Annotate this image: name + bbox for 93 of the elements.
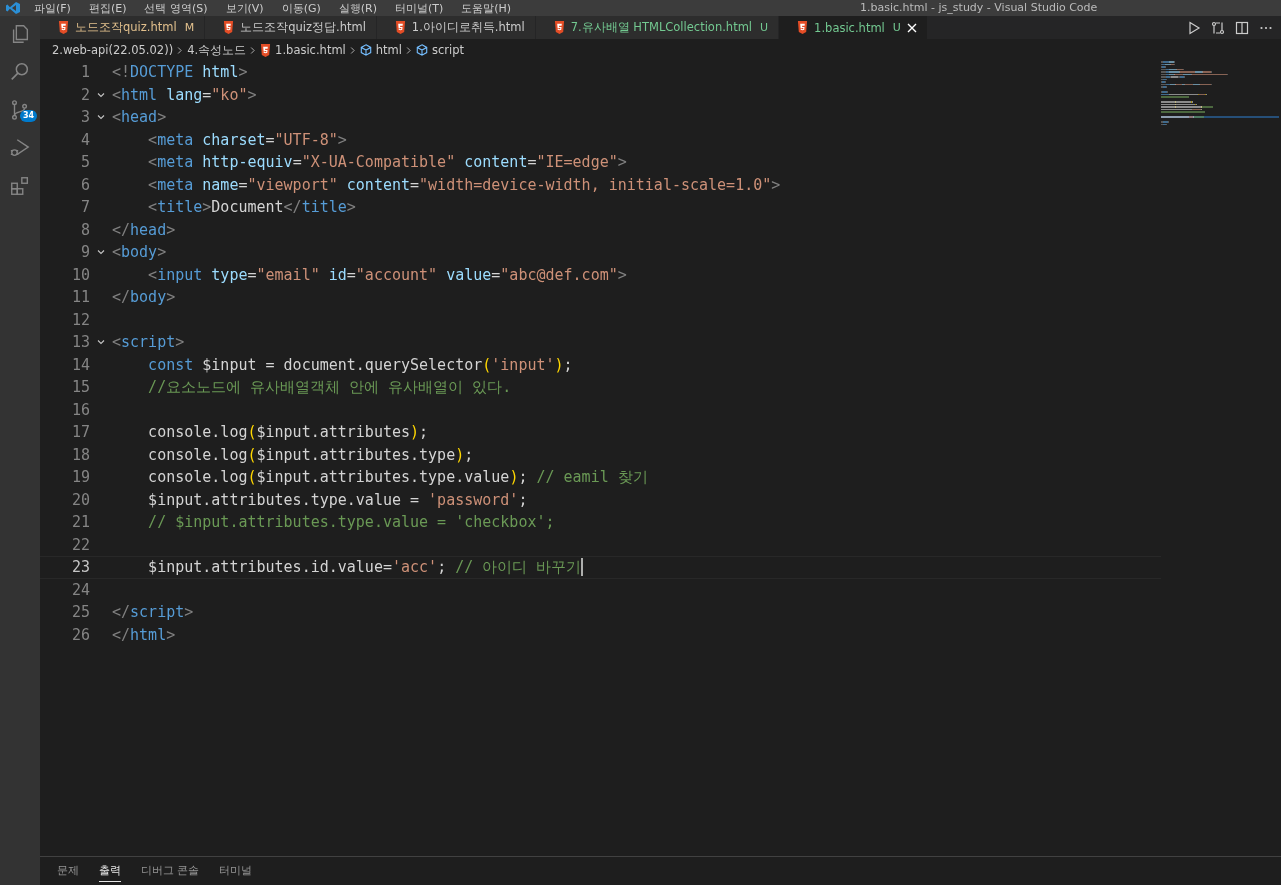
- window-title: 1.basic.html - js_study - Visual Studio Code: [860, 1, 1098, 14]
- app-logo-icon: [6, 2, 20, 14]
- menu-item[interactable]: 파일(F): [34, 0, 71, 16]
- html-file-icon: [223, 21, 235, 34]
- line-number: 19: [70, 468, 90, 487]
- line-number: 13: [70, 333, 90, 352]
- code-line: //요소노드에 유사배열객체 안에 유사배열이 있다.: [147, 377, 512, 397]
- panel-tab[interactable]: 디버그 콘솔: [141, 860, 200, 882]
- chevron-icon: [406, 45, 412, 55]
- breadcrumb-item[interactable]: 2.web-api(22.05.02)): [52, 43, 174, 57]
- code-line: <meta http-equiv="X-UA-Compatible" content="IE=edge">: [147, 153, 627, 172]
- breadcrumb-item[interactable]: script: [416, 43, 465, 57]
- close-icon[interactable]: [906, 22, 917, 33]
- code-line: <!DOCTYPE html>: [112, 63, 248, 82]
- menu-item[interactable]: 편집(E): [88, 0, 127, 16]
- html-file-icon: [58, 21, 69, 34]
- line-number: 20: [70, 490, 90, 509]
- menu-item[interactable]: 이동(G): [281, 0, 321, 16]
- code-line: const $input = document.querySelector('input');: [147, 355, 573, 374]
- line-number: 9: [79, 243, 90, 262]
- code-line: </script>: [112, 603, 194, 622]
- line-number: 18: [70, 445, 90, 464]
- html-file-icon: [394, 21, 406, 34]
- search-icon[interactable]: [9, 61, 31, 83]
- cube-icon: [416, 44, 428, 56]
- code-line: <meta charset="UTF-8">: [147, 130, 347, 149]
- run-debug-icon[interactable]: [9, 137, 31, 159]
- line-number: 2: [79, 85, 90, 104]
- html-file-icon: [797, 21, 809, 34]
- code-line: $input.attributes.id.value='acc'; // 아이디 바꾸기: [147, 557, 582, 577]
- line-number: 3: [79, 108, 90, 127]
- line-number: 21: [70, 513, 90, 532]
- menu-item[interactable]: 보기(V): [225, 0, 264, 16]
- code-line: <input type="email" id="account" value="abc@def.com">: [147, 265, 627, 284]
- editor-tab[interactable]: 1.아이디로취득.html: [376, 16, 536, 39]
- line-number: 16: [70, 400, 90, 419]
- editor-tab[interactable]: 노드조작quiz.html M: [40, 16, 206, 39]
- line-number: 23: [70, 558, 90, 577]
- chevron-icon: [250, 45, 257, 55]
- extensions-icon[interactable]: [9, 175, 31, 197]
- code-line: <meta name="viewport" content="width=device-width, initial-scale=1.0">: [147, 175, 781, 194]
- compare-changes-icon[interactable]: [1211, 20, 1225, 35]
- code-line: <script>: [112, 333, 185, 352]
- code-line: </body>: [112, 288, 176, 307]
- chevron-icon: [177, 45, 184, 55]
- code-line: <head>: [112, 108, 167, 127]
- code-line: console.log($input.attributes.type);: [147, 445, 474, 464]
- breadcrumb-item[interactable]: 1.basic.html: [260, 43, 346, 57]
- line-number: 24: [70, 580, 90, 599]
- line-number: 11: [70, 288, 90, 307]
- split-editor-icon[interactable]: [1235, 20, 1249, 35]
- code-line: $input.attributes.type.value = 'password';: [147, 490, 528, 509]
- chevron-icon: [349, 45, 356, 55]
- html-file-icon: [553, 21, 565, 34]
- editor-tab[interactable]: 7.유사배열 HTMLCollection.html U: [535, 16, 780, 39]
- line-number: 14: [70, 355, 90, 374]
- line-number: 8: [79, 220, 90, 239]
- code-line: console.log($input.attributes);: [147, 423, 429, 442]
- editor-tab[interactable]: 노드조작quiz정답.html: [205, 16, 377, 39]
- line-number: 22: [70, 535, 90, 554]
- editor-tab[interactable]: 1.basic.html U: [779, 16, 928, 39]
- text-cursor: [581, 558, 584, 577]
- cube-icon: [359, 44, 372, 56]
- code-line: console.log($input.attributes.type.value); // eamil 찾기: [147, 467, 648, 487]
- panel-tab[interactable]: 문제: [57, 860, 79, 882]
- line-number: 5: [79, 153, 90, 172]
- html-file-icon: [260, 43, 272, 57]
- code-line: </head>: [112, 220, 176, 239]
- menu-item[interactable]: 터미널(T): [395, 0, 444, 16]
- panel-tab[interactable]: 터미널: [219, 860, 253, 882]
- line-number: 6: [79, 175, 90, 194]
- code-line: </html>: [112, 625, 176, 644]
- menu-item[interactable]: 선택 영역(S): [144, 0, 208, 16]
- panel-tab[interactable]: 출력: [99, 860, 121, 882]
- code-line: <body>: [112, 243, 167, 262]
- line-number: 15: [70, 378, 90, 397]
- code-line: // $input.attributes.type.value = 'checkbox';: [147, 513, 555, 532]
- menu-item[interactable]: 도움말(H): [461, 0, 512, 16]
- code-line: <html lang="ko">: [112, 85, 257, 104]
- menu-item[interactable]: 실행(R): [338, 0, 377, 16]
- notification-badge: 34: [20, 110, 38, 122]
- line-number: 4: [79, 130, 90, 149]
- breadcrumb-item[interactable]: html: [359, 43, 402, 57]
- line-number: 12: [70, 310, 90, 329]
- line-number: 26: [70, 625, 90, 644]
- line-number: 10: [70, 265, 90, 284]
- line-number: 25: [70, 603, 90, 622]
- line-number: 7: [79, 198, 90, 217]
- breadcrumb-item[interactable]: 4.속성노드: [187, 42, 247, 58]
- code-line: <title>Document</title>: [147, 198, 356, 217]
- line-number: 1: [79, 63, 90, 82]
- run-icon[interactable]: [1187, 20, 1201, 35]
- line-number: 17: [70, 423, 90, 442]
